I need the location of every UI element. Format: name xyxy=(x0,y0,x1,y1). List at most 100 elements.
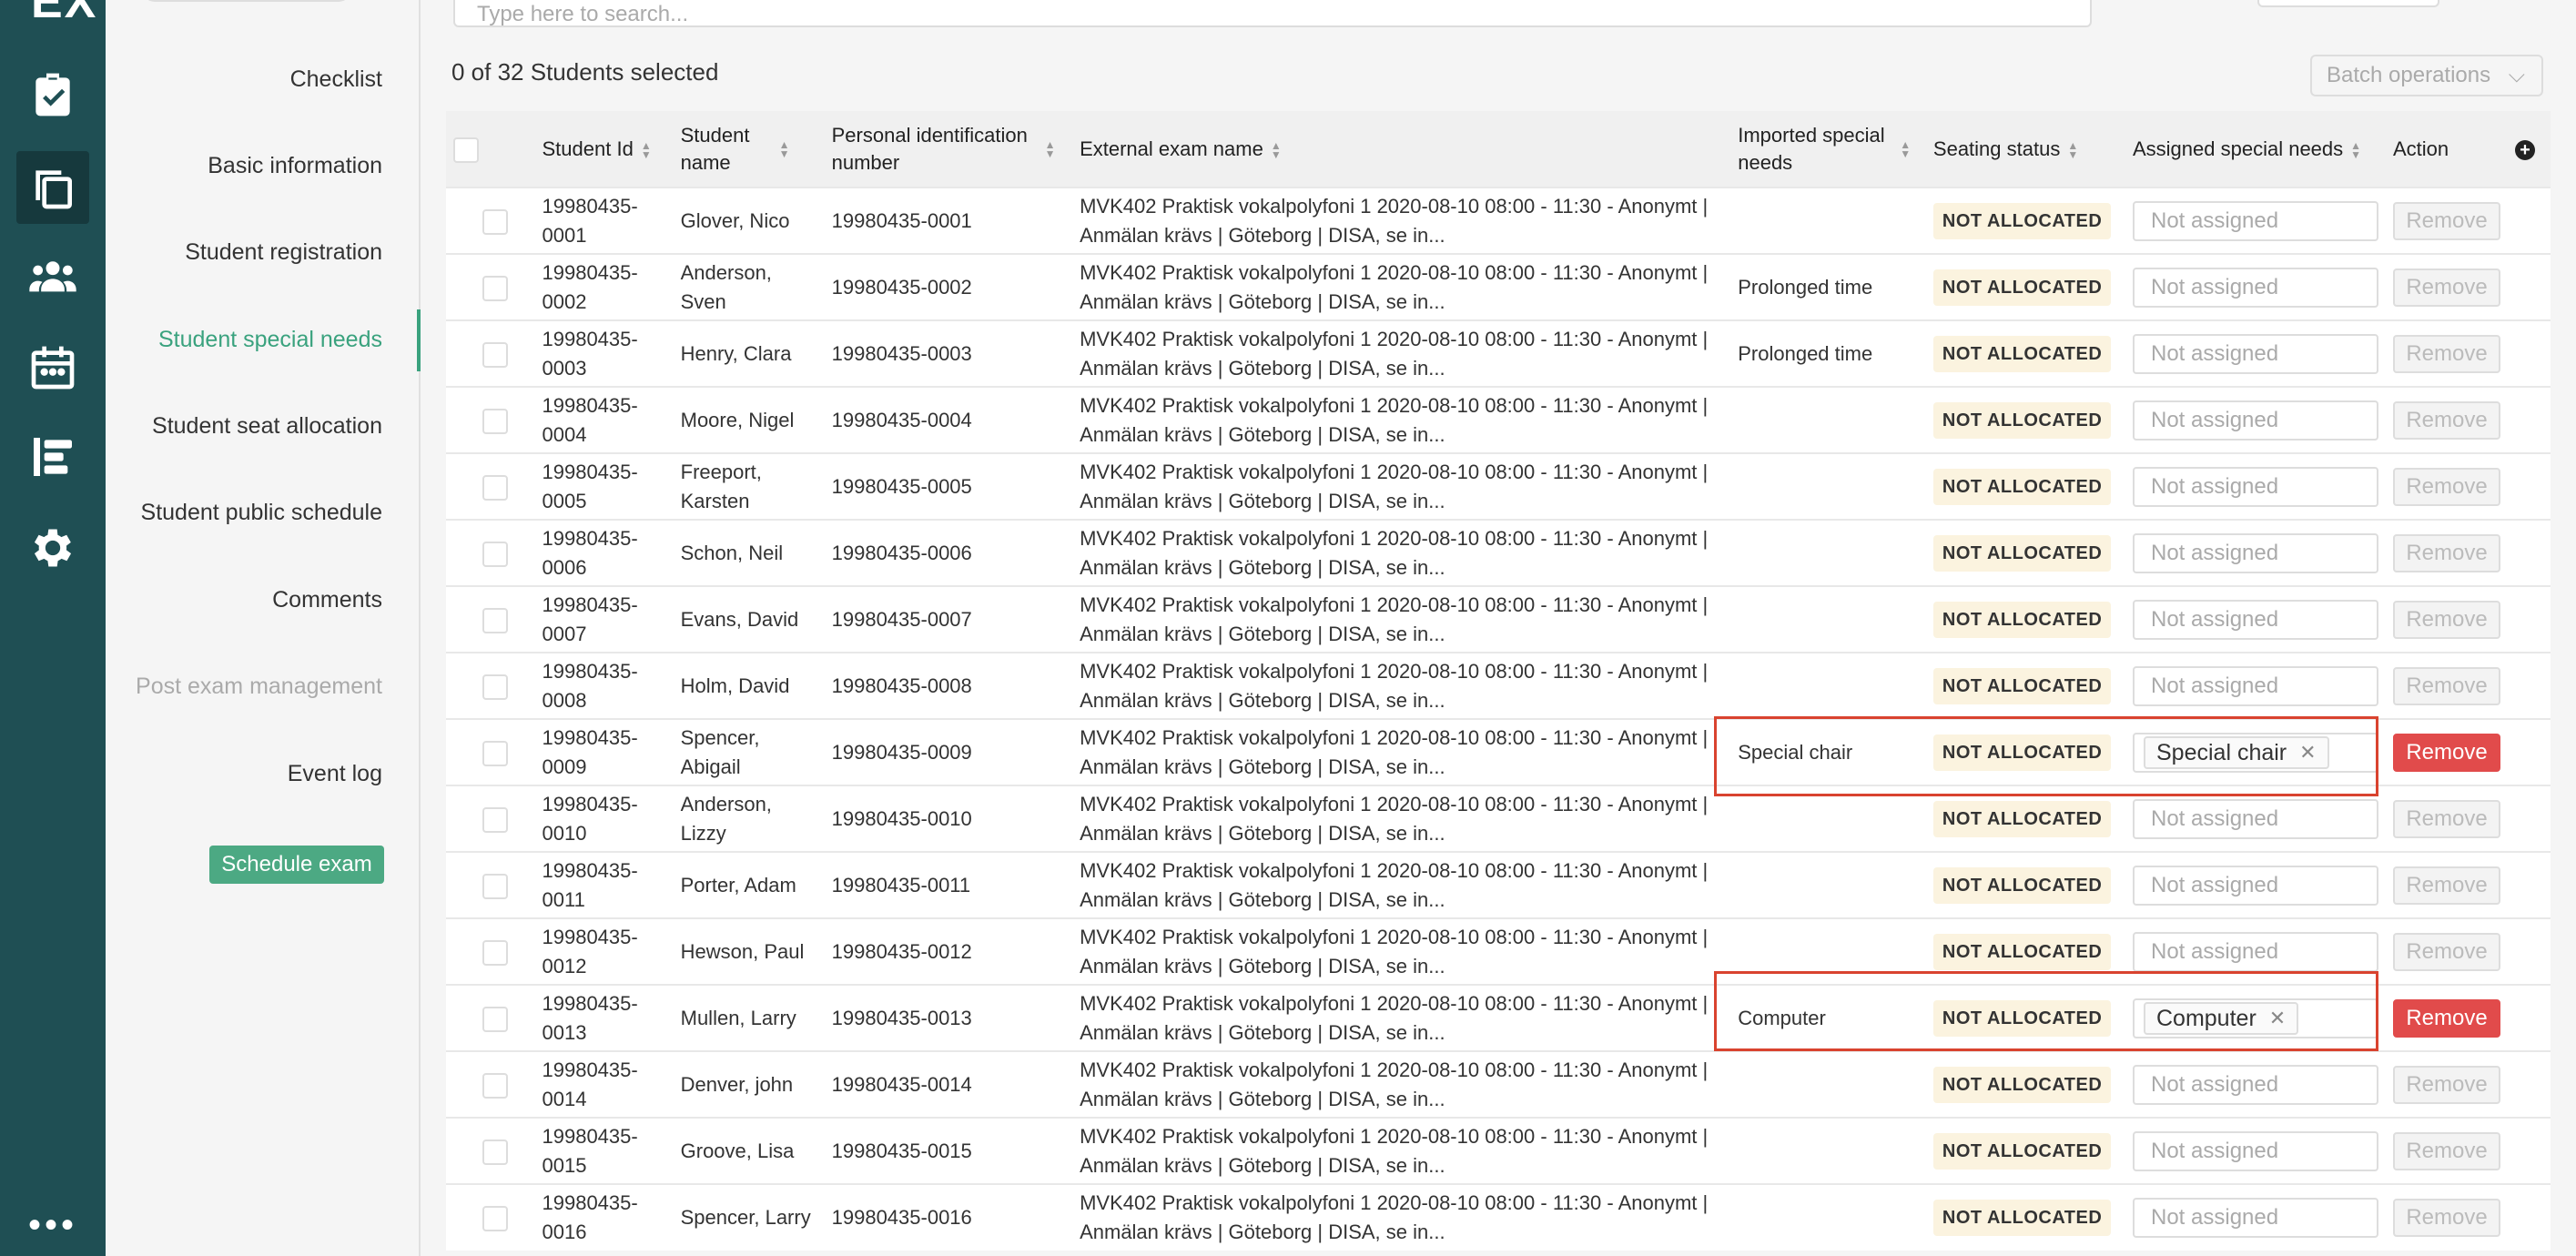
schedule-exam-button[interactable]: Schedule exam xyxy=(209,846,384,884)
remove-button: Remove xyxy=(2393,866,2500,905)
imported-needs: Prolonged time xyxy=(1738,275,1873,299)
assigned-needs-select[interactable]: Not assigned xyxy=(2133,798,2378,839)
student-id: 19980435-0014 xyxy=(542,1058,638,1110)
row-checkbox[interactable] xyxy=(482,939,508,966)
row-checkbox[interactable] xyxy=(482,806,508,833)
personal-id: 19980435-0005 xyxy=(831,474,972,498)
select-all-checkbox[interactable] xyxy=(453,137,479,163)
remove-button: Remove xyxy=(2393,1199,2500,1237)
student-name: Schon, Neil xyxy=(680,541,784,564)
row-checkbox[interactable] xyxy=(482,1072,508,1099)
nav-event-log[interactable]: Event log xyxy=(288,761,382,787)
add-column-icon[interactable]: + xyxy=(2515,139,2535,160)
personal-id: 19980435-0003 xyxy=(831,341,972,365)
student-name: Glover, Nico xyxy=(680,208,790,232)
assigned-needs-select[interactable]: Not assigned xyxy=(2133,333,2378,374)
assigned-needs-placeholder: Not assigned xyxy=(2151,274,2279,299)
remove-button: Remove xyxy=(2393,268,2500,307)
col-personal-id[interactable]: Personal identification number▲ ▼ xyxy=(825,111,1072,187)
row-checkbox[interactable] xyxy=(482,541,508,567)
close-icon[interactable]: ✕ xyxy=(2299,738,2316,767)
more-icon[interactable]: ••• xyxy=(0,1207,106,1243)
status-badge: NOT ALLOCATED xyxy=(1932,933,2112,970)
assigned-needs-select[interactable]: Not assigned xyxy=(2133,665,2378,706)
nav-basic-information[interactable]: Basic information xyxy=(208,153,382,179)
top-tab[interactable] xyxy=(142,0,351,2)
assigned-need-tag: Computer ✕ xyxy=(2144,1001,2299,1035)
sort-icon: ▲ ▼ xyxy=(1270,138,1282,161)
col-assigned-needs[interactable]: Assigned special needs ▲ ▼ xyxy=(2125,111,2386,187)
top-right-control[interactable] xyxy=(2257,0,2439,7)
row-checkbox[interactable] xyxy=(482,341,508,368)
personal-id: 19980435-0015 xyxy=(831,1139,972,1162)
assigned-needs-select[interactable]: Not assigned xyxy=(2133,466,2378,507)
chevron-down-icon: ⌵ xyxy=(2508,63,2525,87)
assigned-needs-placeholder: Not assigned xyxy=(2151,540,2279,565)
student-name: Spencer, Larry xyxy=(680,1206,811,1229)
app-logo: EX xyxy=(31,0,98,28)
table-row: 19980435-0008 Holm, David 19980435-0008 MVK… xyxy=(446,653,2551,719)
close-icon[interactable]: ✕ xyxy=(2269,1004,2286,1033)
personal-id: 19980435-0010 xyxy=(831,806,972,830)
assigned-needs-select[interactable]: Not assigned xyxy=(2133,267,2378,308)
row-checkbox[interactable] xyxy=(482,408,508,434)
exam-name: MVK402 Praktisk vokalpolyfoni 1 2020-08-… xyxy=(1080,858,1709,911)
col-imported-needs[interactable]: Imported special needs▲ ▼ xyxy=(1730,111,1926,187)
col-exam-name[interactable]: External exam name ▲ ▼ xyxy=(1072,111,1730,187)
row-checkbox[interactable] xyxy=(482,275,508,301)
assigned-needs-select[interactable]: Not assigned xyxy=(2133,931,2378,972)
remove-button[interactable]: Remove xyxy=(2393,733,2500,772)
nav-student-registration[interactable]: Student registration xyxy=(185,239,382,266)
row-checkbox[interactable] xyxy=(482,607,508,633)
calendar-icon[interactable] xyxy=(16,331,89,404)
status-badge: NOT ALLOCATED xyxy=(1932,999,2112,1037)
row-checkbox[interactable] xyxy=(482,1006,508,1032)
assigned-needs-select[interactable]: Not assigned xyxy=(2133,599,2378,640)
assigned-needs-select[interactable]: Computer ✕ xyxy=(2133,998,2378,1038)
row-checkbox[interactable] xyxy=(482,873,508,899)
row-checkbox[interactable] xyxy=(482,1139,508,1165)
assigned-needs-select[interactable]: Not assigned xyxy=(2133,865,2378,906)
assigned-needs-select[interactable]: Special chair ✕ xyxy=(2133,732,2378,773)
assigned-needs-select[interactable]: Not assigned xyxy=(2133,1130,2378,1171)
assigned-needs-select[interactable]: Not assigned xyxy=(2133,1198,2378,1238)
table-row: 19980435-0001 Glover, Nico 19980435-0001 MV… xyxy=(446,187,2551,254)
status-badge: NOT ALLOCATED xyxy=(1932,800,2112,837)
assigned-needs-select[interactable]: Not assigned xyxy=(2133,400,2378,441)
users-icon[interactable] xyxy=(16,240,89,313)
student-id: 19980435-0002 xyxy=(542,260,638,313)
remove-button: Remove xyxy=(2393,932,2500,971)
imported-needs: Computer xyxy=(1738,1006,1826,1029)
row-checkbox[interactable] xyxy=(482,474,508,501)
nav-checklist[interactable]: Checklist xyxy=(290,66,382,93)
row-checkbox[interactable] xyxy=(482,1206,508,1232)
list-icon[interactable] xyxy=(16,420,89,493)
sort-icon: ▲ ▼ xyxy=(778,137,790,160)
personal-id: 19980435-0008 xyxy=(831,674,972,697)
assigned-needs-select[interactable]: Not assigned xyxy=(2133,200,2378,241)
copy-icon[interactable] xyxy=(16,151,89,224)
col-student-id[interactable]: Student Id ▲ ▼ xyxy=(535,111,674,187)
remove-button: Remove xyxy=(2393,533,2500,572)
col-student-name[interactable]: Student name▲ ▼ xyxy=(674,111,825,187)
nav-student-seat-allocation[interactable]: Student seat allocation xyxy=(152,413,382,440)
search-input[interactable]: Type here to search... xyxy=(453,0,2092,27)
table-row: 19980435-0011 Porter, Adam 19980435-0011 MV… xyxy=(446,852,2551,918)
assigned-needs-placeholder: Not assigned xyxy=(2151,208,2279,233)
row-checkbox[interactable] xyxy=(482,208,508,235)
nav-comments[interactable]: Comments xyxy=(272,587,382,613)
checklist-icon[interactable] xyxy=(16,58,89,131)
remove-button: Remove xyxy=(2393,600,2500,639)
student-name: Porter, Adam xyxy=(680,873,796,896)
remove-button[interactable]: Remove xyxy=(2393,998,2500,1038)
assigned-needs-select[interactable]: Not assigned xyxy=(2133,532,2378,573)
nav-student-public-schedule[interactable]: Student public schedule xyxy=(141,500,382,526)
table-row: 19980435-0009 Spencer, Abigail 19980435-00… xyxy=(446,719,2551,785)
assigned-needs-select[interactable]: Not assigned xyxy=(2133,1064,2378,1105)
nav-student-special-needs[interactable]: Student special needs xyxy=(158,327,382,353)
batch-operations-select[interactable]: Batch operations ⌵ xyxy=(2310,55,2543,96)
row-checkbox[interactable] xyxy=(482,740,508,766)
row-checkbox[interactable] xyxy=(482,674,508,700)
gear-icon[interactable] xyxy=(16,512,89,584)
col-seating-status[interactable]: Seating status ▲ ▼ xyxy=(1926,111,2125,187)
